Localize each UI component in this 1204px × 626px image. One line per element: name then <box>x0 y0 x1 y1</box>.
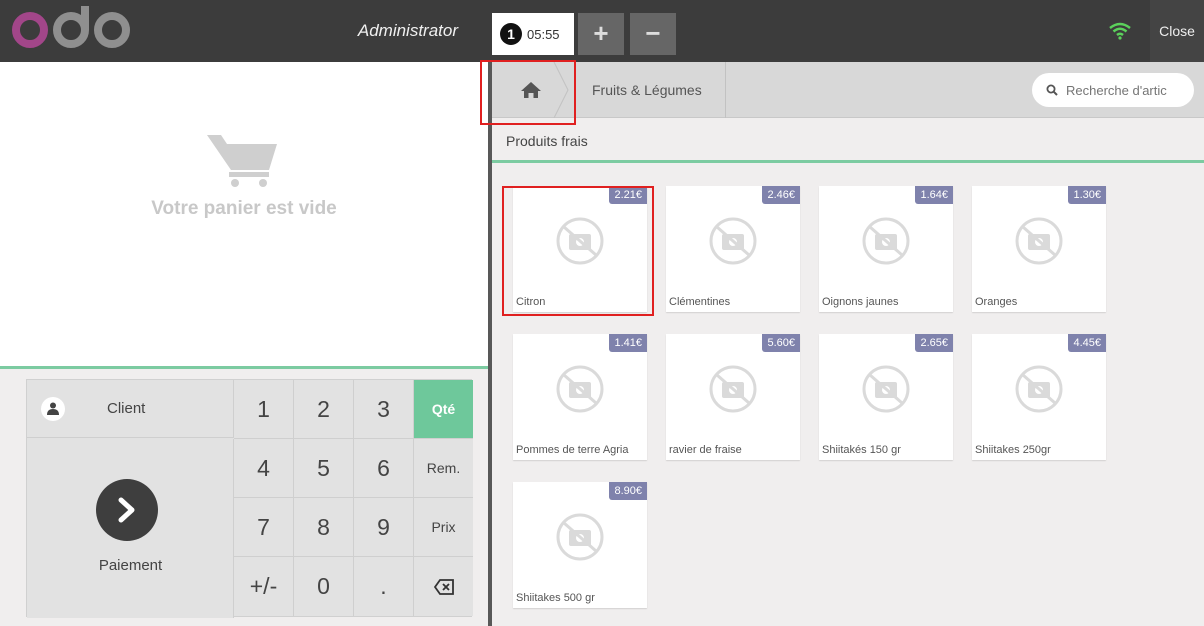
category-title: Produits frais <box>492 119 1204 163</box>
product-card[interactable]: 2.46€ Clémentines <box>666 186 800 312</box>
price-tag: 1.64€ <box>915 186 953 204</box>
product-name: Oranges <box>975 296 1018 308</box>
product-card[interactable]: 2.21€ Citron <box>513 186 647 312</box>
backspace-icon <box>433 579 454 596</box>
breadcrumb-separator <box>553 62 569 118</box>
no-image-icon <box>556 217 604 265</box>
order-time: 05:55 <box>527 26 560 42</box>
price-tag: 8.90€ <box>609 482 647 500</box>
numpad-area: Client Paiement 1 2 3 Qté 4 5 6 Rem. 7 8… <box>26 379 473 618</box>
client-label: Client <box>107 400 146 417</box>
control-pad: Client Paiement 1 2 3 Qté 4 5 6 Rem. 7 8… <box>0 369 488 626</box>
product-card[interactable]: 4.45€ Shiitakes 250gr <box>972 334 1106 460</box>
no-image-icon <box>862 365 910 413</box>
payment-label: Paiement <box>98 557 163 574</box>
product-card[interactable]: 5.60€ ravier de fraise <box>666 334 800 460</box>
no-image-icon <box>709 217 757 265</box>
numpad-key-1[interactable]: 1 <box>234 380 294 439</box>
product-name: Shiitakes 500 gr <box>516 592 595 604</box>
order-number: 1 <box>500 23 522 45</box>
discount-mode-button[interactable]: Rem. <box>414 439 473 498</box>
price-tag: 2.46€ <box>762 186 800 204</box>
no-image-icon <box>862 217 910 265</box>
numpad-key-9[interactable]: 9 <box>354 498 414 557</box>
numpad-key-7[interactable]: 7 <box>234 498 294 557</box>
product-card[interactable]: 1.41€ Pommes de terre Agria <box>513 334 647 460</box>
shopping-cart-icon <box>207 135 277 187</box>
search-icon <box>1046 84 1058 96</box>
odoo-logo <box>12 6 130 48</box>
no-image-icon <box>556 365 604 413</box>
backspace-button[interactable] <box>414 557 473 616</box>
no-image-icon <box>556 513 604 561</box>
user-icon <box>41 396 65 421</box>
numpad-key-5[interactable]: 5 <box>294 439 354 498</box>
product-name: Pommes de terre Agria <box>516 444 629 456</box>
numpad-key-4[interactable]: 4 <box>234 439 294 498</box>
breadcrumb-end <box>725 62 726 118</box>
numpad-key-6[interactable]: 6 <box>354 439 414 498</box>
numpad-key-8[interactable]: 8 <box>294 498 354 557</box>
no-image-icon <box>1015 365 1063 413</box>
chevron-right-icon <box>96 479 158 541</box>
price-tag: 2.21€ <box>609 186 647 204</box>
price-tag: 1.41€ <box>609 334 647 352</box>
wifi-icon <box>1090 0 1150 62</box>
numpad-key-2[interactable]: 2 <box>294 380 354 439</box>
price-tag: 5.60€ <box>762 334 800 352</box>
price-tag: 1.30€ <box>1068 186 1106 204</box>
product-name: Oignons jaunes <box>822 296 899 308</box>
payment-button[interactable]: Paiement <box>27 439 234 618</box>
numpad-key-0[interactable]: 0 <box>294 557 354 616</box>
product-name: Shiitakés 150 gr <box>822 444 901 456</box>
product-pane: Fruits & Légumes Produits frais 2.21€ Ci… <box>492 62 1204 626</box>
price-mode-button[interactable]: Prix <box>414 498 473 557</box>
product-card[interactable]: 1.30€ Oranges <box>972 186 1106 312</box>
numpad-key-plus-minus[interactable]: +/- <box>234 557 294 616</box>
close-button[interactable]: Close <box>1150 0 1204 62</box>
empty-cart-message: Votre panier est vide <box>151 198 337 219</box>
pos-header: Administrator 1 05:55 + − Close <box>0 0 1204 62</box>
order-tab[interactable]: 1 05:55 <box>492 13 574 55</box>
product-name: Citron <box>516 296 546 308</box>
breadcrumb-category[interactable]: Fruits & Légumes <box>592 62 702 118</box>
product-card[interactable]: 8.90€ Shiitakes 500 gr <box>513 482 647 608</box>
numpad-key-dot[interactable]: . <box>354 557 414 616</box>
order-pane: Votre panier est vide Client Paiement 1 … <box>0 62 488 626</box>
breadcrumb: Fruits & Légumes <box>492 62 1204 118</box>
price-tag: 4.45€ <box>1068 334 1106 352</box>
remove-order-button[interactable]: − <box>630 13 676 55</box>
qty-mode-button[interactable]: Qté <box>414 380 473 439</box>
home-icon <box>521 82 541 98</box>
product-name: ravier de fraise <box>669 444 742 456</box>
price-tag: 2.65€ <box>915 334 953 352</box>
product-name: Clémentines <box>669 296 731 308</box>
empty-cart: Votre panier est vide <box>0 132 488 220</box>
add-order-button[interactable]: + <box>578 13 624 55</box>
cashier-name[interactable]: Administrator <box>300 0 476 62</box>
product-name: Shiitakes 250gr <box>975 444 1051 456</box>
product-card[interactable]: 2.65€ Shiitakés 150 gr <box>819 334 953 460</box>
numpad-key-3[interactable]: 3 <box>354 380 414 439</box>
client-button[interactable]: Client <box>27 380 234 438</box>
search-input[interactable] <box>1066 82 1186 98</box>
product-card[interactable]: 1.64€ Oignons jaunes <box>819 186 953 312</box>
no-image-icon <box>1015 217 1063 265</box>
search-box[interactable] <box>1032 73 1194 107</box>
no-image-icon <box>709 365 757 413</box>
